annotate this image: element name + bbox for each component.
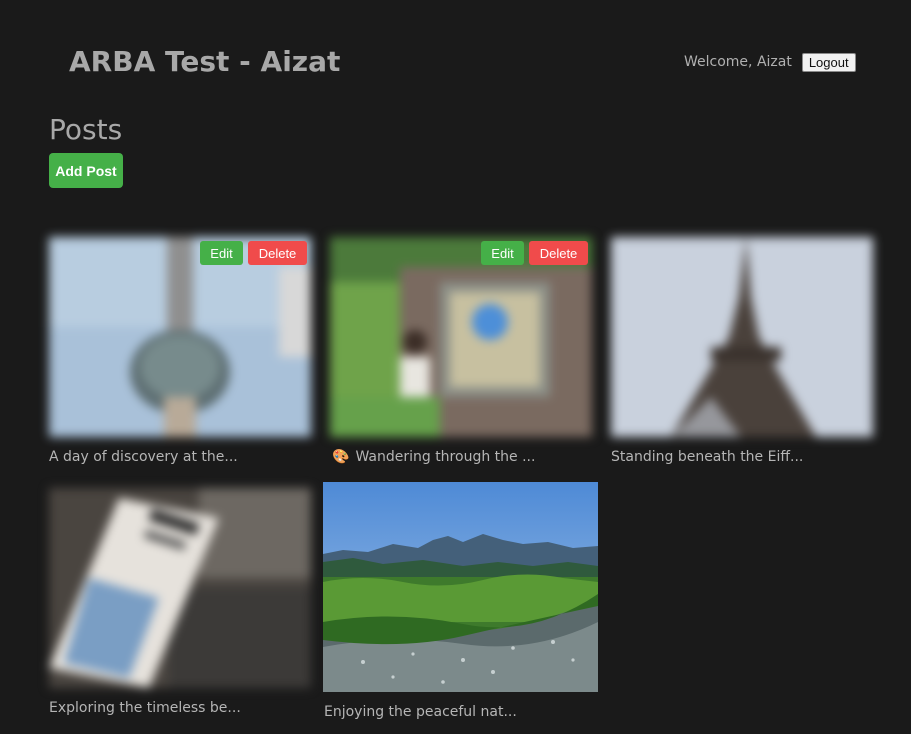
post-card[interactable]: Edit Delete A day of discovery at the... <box>49 237 311 467</box>
post-caption-text: Wandering through the ... <box>355 449 536 465</box>
add-post-button[interactable]: Add Post <box>49 153 123 188</box>
post-actions: Edit Delete <box>481 241 588 265</box>
post-image-river[interactable] <box>323 482 598 692</box>
logout-button[interactable]: Logout <box>801 52 856 72</box>
post-caption: Standing beneath the Eiff... <box>611 449 804 465</box>
post-caption: 🎨 Wandering through the ... <box>332 448 535 466</box>
post-card[interactable]: Exploring the timeless be... <box>49 488 311 718</box>
post-image-magazine[interactable] <box>49 488 311 688</box>
post-image-wall-art[interactable] <box>330 237 592 437</box>
posts-title: Posts <box>49 113 123 146</box>
post-card[interactable]: Enjoying the peaceful nat... <box>323 482 598 722</box>
app-title: ARBA Test - Aizat <box>69 45 341 78</box>
post-caption: A day of discovery at the... <box>49 449 238 465</box>
post-image-eiffel[interactable] <box>611 237 873 437</box>
post-card[interactable]: Edit Delete 🎨 Wandering through the ... <box>330 237 592 467</box>
page: ARBA Test - Aizat Welcome, Aizat Logout … <box>0 0 911 734</box>
post-card[interactable]: Standing beneath the Eiff... <box>611 237 873 467</box>
edit-button[interactable]: Edit <box>481 241 524 265</box>
welcome-text: Welcome, Aizat <box>684 54 792 70</box>
edit-button[interactable]: Edit <box>200 241 243 265</box>
user-area: Welcome, Aizat Logout <box>684 51 856 73</box>
post-caption: Enjoying the peaceful nat... <box>324 704 517 720</box>
delete-button[interactable]: Delete <box>248 241 307 265</box>
post-image-tower[interactable] <box>49 237 311 437</box>
post-caption: Exploring the timeless be... <box>49 700 241 716</box>
post-actions: Edit Delete <box>200 241 307 265</box>
palette-icon: 🎨 <box>332 449 350 465</box>
delete-button[interactable]: Delete <box>529 241 588 265</box>
